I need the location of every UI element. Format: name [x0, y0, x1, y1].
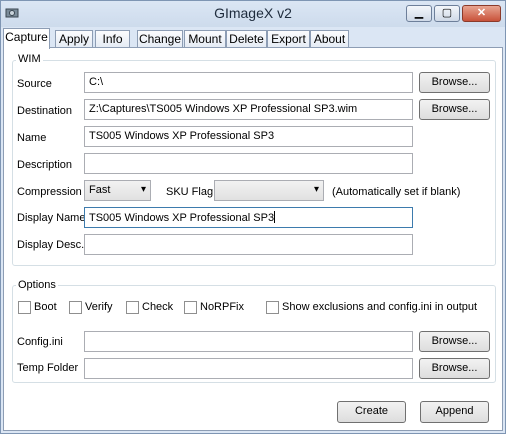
boot-checkbox[interactable]	[18, 301, 31, 314]
tab-mount[interactable]: Mount	[184, 30, 226, 48]
show-exclusions-label[interactable]: Show exclusions and config.ini in output	[282, 301, 477, 313]
config-ini-field[interactable]	[84, 331, 413, 352]
app-window: GImageX v2 ▁ ▢ ✕ Capture Apply Info Chan…	[0, 0, 506, 434]
close-icon: ✕	[476, 7, 487, 19]
sku-note: (Automatically set if blank)	[332, 186, 461, 198]
compression-label: Compression	[17, 186, 82, 198]
close-button[interactable]: ✕	[462, 5, 501, 22]
temp-folder-label: Temp Folder	[17, 362, 79, 374]
source-label: Source	[17, 78, 52, 90]
options-legend: Options	[16, 279, 58, 291]
maximize-icon: ▢	[441, 7, 453, 19]
append-button[interactable]: Append	[420, 401, 489, 423]
chevron-down-icon: ▾	[313, 184, 319, 195]
norpfix-label[interactable]: NoRPFix	[200, 301, 244, 313]
tab-export[interactable]: Export	[267, 30, 310, 48]
title-bar: GImageX v2 ▁ ▢ ✕	[1, 1, 505, 27]
tab-apply[interactable]: Apply	[55, 30, 93, 48]
tab-delete[interactable]: Delete	[226, 30, 267, 48]
tab-change[interactable]: Change	[137, 30, 183, 48]
boot-label[interactable]: Boot	[34, 301, 57, 313]
display-desc-field[interactable]	[84, 234, 413, 255]
sku-flag-select[interactable]: ▾	[214, 180, 324, 201]
display-name-value: TS005 Windows XP Professional SP3	[89, 212, 275, 224]
capture-panel: WIM Source C:\ Browse... Destination Z:\…	[3, 47, 503, 431]
description-label: Description	[17, 159, 73, 171]
verify-label[interactable]: Verify	[85, 301, 113, 313]
description-field[interactable]	[84, 153, 413, 174]
display-desc-label: Display Desc.	[17, 239, 85, 251]
check-label[interactable]: Check	[142, 301, 173, 313]
display-name-label: Display Name	[17, 212, 86, 224]
show-exclusions-checkbox[interactable]	[266, 301, 279, 314]
source-field[interactable]: C:\	[84, 72, 413, 93]
check-checkbox[interactable]	[126, 301, 139, 314]
verify-checkbox[interactable]	[69, 301, 82, 314]
maximize-button[interactable]: ▢	[434, 5, 460, 22]
name-field[interactable]: TS005 Windows XP Professional SP3	[84, 126, 413, 147]
destination-field[interactable]: Z:\Captures\TS005 Windows XP Professiona…	[84, 99, 413, 120]
norpfix-checkbox[interactable]	[184, 301, 197, 314]
tab-info[interactable]: Info	[95, 30, 130, 48]
config-ini-label: Config.ini	[17, 336, 63, 348]
minimize-button[interactable]: ▁	[406, 5, 432, 22]
source-browse-button[interactable]: Browse...	[419, 72, 490, 93]
wim-legend: WIM	[16, 53, 43, 65]
sku-flag-label: SKU Flag	[166, 186, 214, 198]
temp-folder-browse-button[interactable]: Browse...	[419, 358, 490, 379]
display-name-field[interactable]: TS005 Windows XP Professional SP3	[84, 207, 413, 228]
destination-browse-button[interactable]: Browse...	[419, 99, 490, 120]
destination-label: Destination	[17, 105, 73, 117]
tab-capture[interactable]: Capture	[3, 28, 50, 49]
chevron-down-icon: ▾	[140, 184, 146, 195]
minimize-icon: ▁	[414, 7, 424, 19]
compression-value: Fast	[89, 184, 111, 196]
tab-about[interactable]: About	[310, 30, 349, 48]
text-cursor	[274, 211, 276, 223]
compression-select[interactable]: Fast ▾	[84, 180, 151, 201]
temp-folder-field[interactable]	[84, 358, 413, 379]
name-label: Name	[17, 132, 47, 144]
create-button[interactable]: Create	[337, 401, 406, 423]
config-ini-browse-button[interactable]: Browse...	[419, 331, 490, 352]
